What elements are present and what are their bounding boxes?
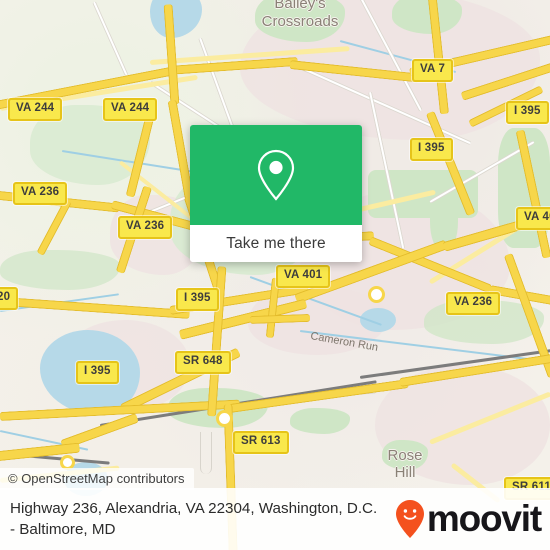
moovit-logo[interactable]: moovit <box>395 499 550 539</box>
map-attribution[interactable]: © OpenStreetMap contributors <box>0 468 194 490</box>
map-minor-road <box>200 432 212 474</box>
moovit-wordmark: moovit <box>426 498 542 539</box>
road-shield-i395-sw[interactable]: I 395 <box>76 361 119 384</box>
road-shield-620-partial[interactable]: 20 <box>0 287 19 310</box>
place-label-line1: Bailey's <box>274 0 326 12</box>
address-text: Highway 236, Alexandria, VA 22304, Washi… <box>0 498 395 540</box>
place-label-rose-hill: Rose Hill <box>370 448 440 480</box>
card-header <box>190 125 362 225</box>
footer-bar: Highway 236, Alexandria, VA 22304, Washi… <box>0 488 550 550</box>
address-line-2: - Baltimore, MD <box>10 521 116 538</box>
location-pin-icon <box>257 149 295 201</box>
place-label-line1: Rose <box>387 447 423 464</box>
map-screenshot: Bailey's Crossroads Rose Hill Cameron Ru… <box>0 0 550 550</box>
road-shield-i395-n[interactable]: I 395 <box>410 138 453 161</box>
map-junction-marker <box>368 286 385 303</box>
road-shield-va236-west[interactable]: VA 236 <box>13 182 68 205</box>
address-line-1: Highway 236, Alexandria, VA 22304, Washi… <box>10 500 378 517</box>
road-shield-va7[interactable]: VA 7 <box>412 59 454 82</box>
map-junction-marker <box>216 410 233 427</box>
card-action-bar[interactable]: Take me there <box>190 225 362 262</box>
map-woodland <box>290 408 350 434</box>
place-label-line2: Hill <box>394 464 416 481</box>
road-shield-sr613[interactable]: SR 613 <box>233 431 289 454</box>
map-woodland <box>0 250 120 290</box>
road-shield-i395-ne[interactable]: I 395 <box>506 101 549 124</box>
moovit-smiley-pin-icon <box>395 500 424 538</box>
take-me-there-card[interactable]: Take me there <box>190 125 362 262</box>
road-shield-va244-west[interactable]: VA 244 <box>8 98 63 121</box>
road-shield-va402[interactable]: VA 402 <box>516 207 550 230</box>
take-me-there-label: Take me there <box>226 234 326 252</box>
road-shield-i395-mid[interactable]: I 395 <box>176 288 219 311</box>
place-label-line2: Crossroads <box>261 13 339 30</box>
road-shield-va236-mid[interactable]: VA 236 <box>118 216 173 239</box>
road-shield-va236-east[interactable]: VA 236 <box>446 292 501 315</box>
road-shield-sr648[interactable]: SR 648 <box>175 351 231 374</box>
road-shield-va244-east[interactable]: VA 244 <box>103 98 158 121</box>
place-label-baileys-crossroads: Bailey's Crossroads <box>230 0 370 29</box>
road-shield-va401[interactable]: VA 401 <box>276 265 331 288</box>
